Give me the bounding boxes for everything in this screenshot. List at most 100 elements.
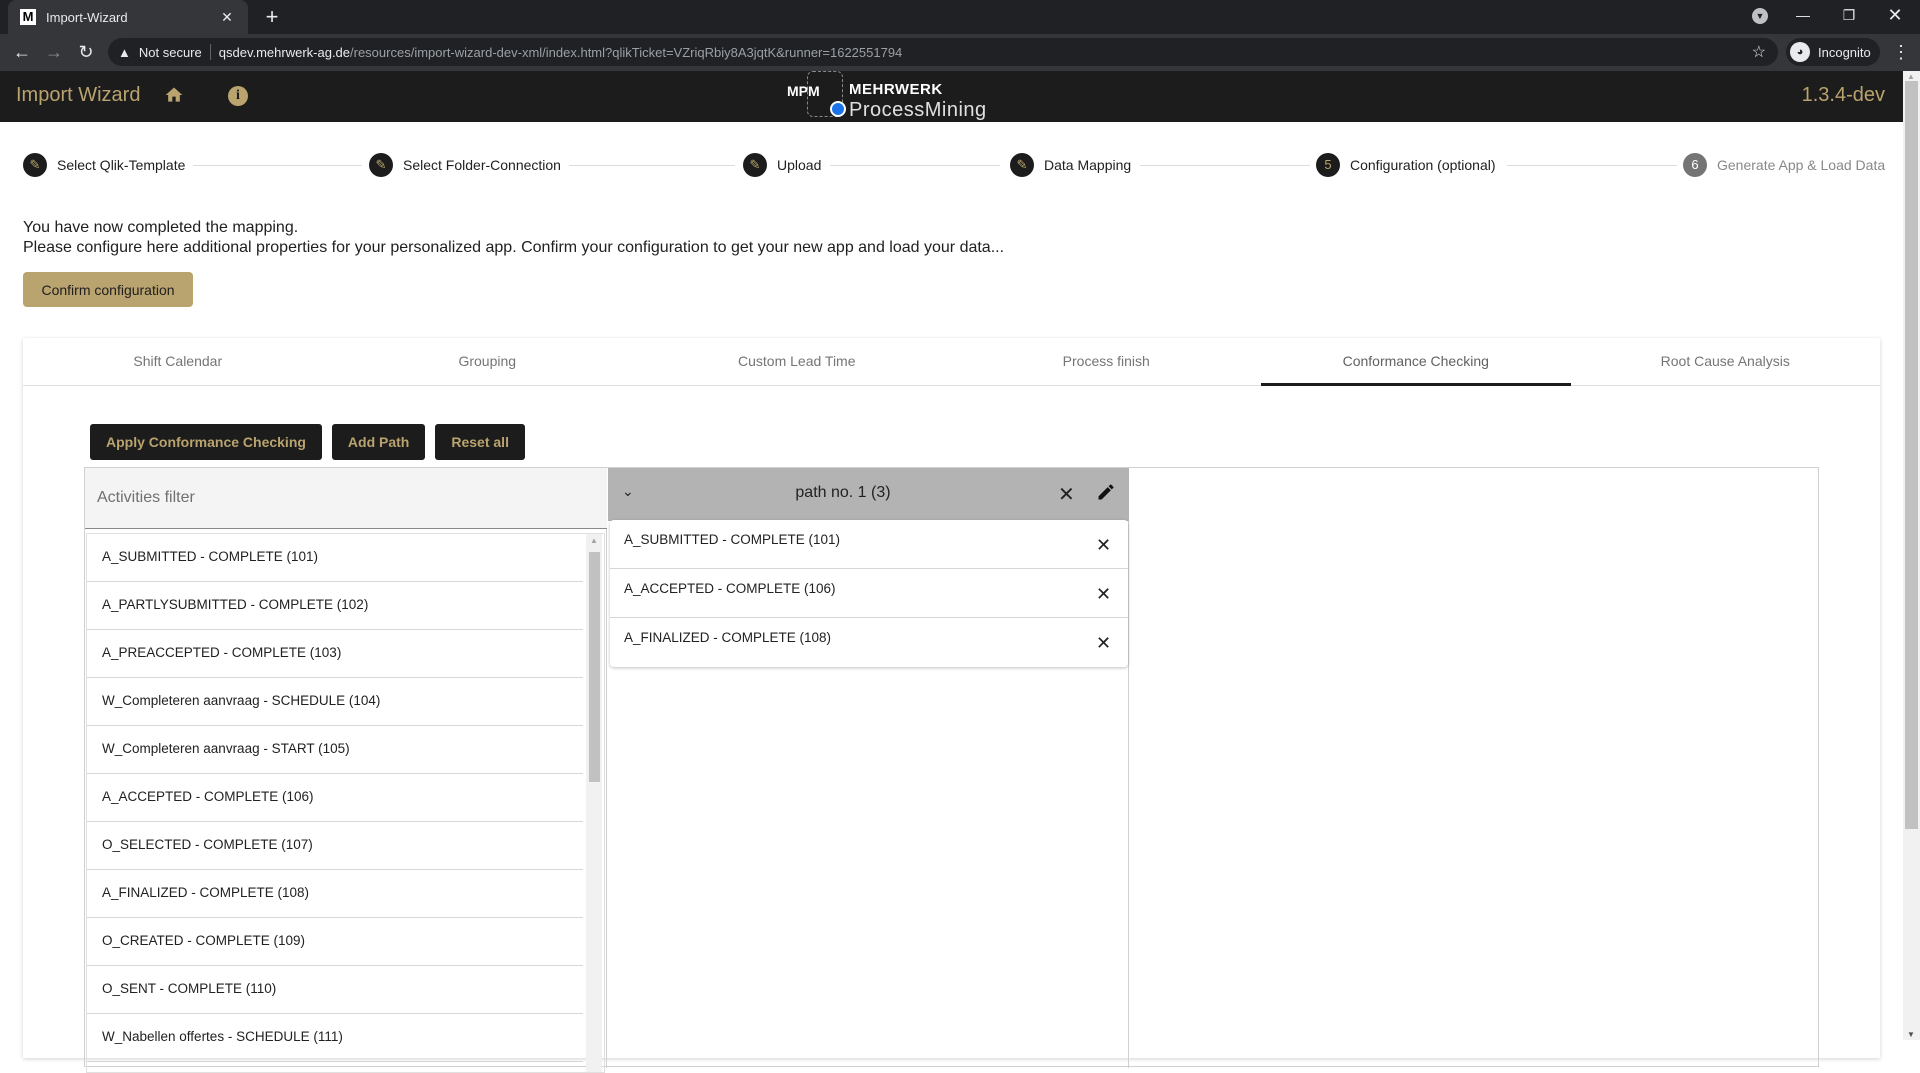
favicon-icon: M bbox=[20, 9, 36, 25]
back-icon[interactable]: ← bbox=[10, 40, 34, 64]
forward-icon[interactable]: → bbox=[42, 40, 66, 64]
scroll-up-icon[interactable]: ▲ bbox=[1907, 72, 1915, 81]
remove-activity-icon[interactable]: ✕ bbox=[1096, 536, 1111, 554]
step-number-badge: 5 bbox=[1316, 153, 1340, 177]
config-tabs: Shift Calendar Grouping Custom Lead Time… bbox=[23, 338, 1880, 386]
logo-dot-icon bbox=[830, 101, 846, 117]
add-path-button[interactable]: Add Path bbox=[331, 424, 426, 460]
path-header[interactable]: ⌄ path no. 1 (3) ✕ bbox=[608, 468, 1129, 521]
tab-title: Import-Wizard bbox=[46, 9, 128, 25]
browser-menu-icon[interactable]: ⋮ bbox=[1892, 40, 1910, 64]
activity-item[interactable]: O_SENT - COMPLETE (110) bbox=[87, 966, 583, 1014]
tab-search-icon[interactable]: ▼ bbox=[1752, 8, 1768, 24]
tab-conformance-checking[interactable]: Conformance Checking bbox=[1261, 338, 1571, 386]
activity-item[interactable]: A_FINALIZED - COMPLETE (108) bbox=[87, 870, 583, 918]
address-bar[interactable]: ▲ Not secure qsdev.mehrwerk-ag.de /resou… bbox=[108, 38, 1778, 66]
bookmark-star-icon[interactable]: ☆ bbox=[1752, 42, 1766, 62]
step-connector bbox=[565, 165, 735, 166]
path-activity-item: A_SUBMITTED - COMPLETE (101) ✕ bbox=[610, 520, 1128, 569]
remove-activity-icon[interactable]: ✕ bbox=[1096, 634, 1111, 652]
page-scrollbar-thumb[interactable] bbox=[1905, 81, 1918, 829]
activity-item[interactable]: W_Completeren aanvraag - START (105) bbox=[87, 726, 583, 774]
omnibox-divider bbox=[209, 44, 211, 60]
tab-shift-calendar[interactable]: Shift Calendar bbox=[23, 338, 333, 385]
pencil-icon: ✎ bbox=[369, 153, 393, 177]
restore-button[interactable]: ❐ bbox=[1826, 0, 1872, 30]
minimize-button[interactable]: — bbox=[1780, 0, 1826, 30]
configuration-card: Shift Calendar Grouping Custom Lead Time… bbox=[23, 338, 1880, 1073]
intro-text: You have now completed the mapping. Plea… bbox=[23, 218, 1004, 258]
close-tab-icon[interactable]: ✕ bbox=[218, 9, 236, 26]
reset-all-button[interactable]: Reset all bbox=[435, 424, 525, 460]
activities-scrollbar-thumb[interactable] bbox=[589, 552, 600, 782]
home-icon[interactable] bbox=[164, 85, 184, 105]
activities-filter-input[interactable]: Activities filter bbox=[85, 468, 607, 529]
logo-brand: MEHRWERK bbox=[849, 81, 943, 98]
profile-button[interactable]: ◕ Incognito bbox=[1786, 38, 1880, 66]
activity-item[interactable]: A_SUBMITTED - COMPLETE (101) bbox=[87, 534, 583, 582]
delete-path-icon[interactable]: ✕ bbox=[1058, 482, 1075, 507]
reload-icon[interactable]: ↻ bbox=[74, 40, 98, 64]
activities-scrollbar[interactable]: ▲ bbox=[586, 534, 602, 1072]
page-scrollbar[interactable]: ▲ ▼ bbox=[1903, 71, 1920, 1040]
intro-line-1: You have now completed the mapping. bbox=[23, 219, 299, 236]
step-connector bbox=[192, 165, 362, 166]
step-data-mapping[interactable]: ✎ Data Mapping bbox=[1010, 153, 1140, 177]
app-title: Import Wizard bbox=[16, 84, 141, 106]
path-activity-label: A_FINALIZED - COMPLETE (108) bbox=[624, 630, 832, 645]
company-logo: MPM MEHRWERK ProcessMining bbox=[787, 71, 1027, 122]
apply-conformance-checking-button[interactable]: Apply Conformance Checking bbox=[90, 424, 322, 460]
activity-item[interactable]: A_PARTLYSUBMITTED - COMPLETE (102) bbox=[87, 582, 583, 630]
path-activity-label: A_SUBMITTED - COMPLETE (101) bbox=[624, 532, 841, 547]
path-activity-label: A_ACCEPTED - COMPLETE (106) bbox=[624, 581, 836, 596]
step-label: Select Qlik-Template bbox=[57, 157, 186, 173]
tab-process-finish[interactable]: Process finish bbox=[952, 338, 1262, 385]
intro-line-2: Please configure here additional propert… bbox=[23, 239, 1005, 256]
version-label: 1.3.4-dev bbox=[1801, 84, 1885, 106]
new-tab-button[interactable]: + bbox=[260, 5, 284, 29]
activities-list: A_SUBMITTED - COMPLETE (101) A_PARTLYSUB… bbox=[86, 533, 605, 1073]
step-label: Upload bbox=[777, 157, 822, 173]
step-label: Generate App & Load Data bbox=[1717, 157, 1886, 173]
scroll-down-icon[interactable]: ▼ bbox=[1907, 1030, 1915, 1039]
step-connector bbox=[830, 165, 1000, 166]
pencil-icon: ✎ bbox=[743, 153, 767, 177]
activity-item[interactable]: W_Completeren aanvraag - SCHEDULE (104) bbox=[87, 678, 583, 726]
activity-item[interactable]: O_CREATED - COMPLETE (109) bbox=[87, 918, 583, 966]
step-configuration[interactable]: 5 Configuration (optional) bbox=[1316, 153, 1504, 177]
tab-custom-lead-time[interactable]: Custom Lead Time bbox=[642, 338, 952, 385]
browser-toolbar: ← → ↻ ▲ Not secure qsdev.mehrwerk-ag.de … bbox=[0, 34, 1920, 71]
scroll-up-icon[interactable]: ▲ bbox=[590, 536, 598, 545]
step-number-badge: 6 bbox=[1683, 153, 1707, 177]
info-icon[interactable]: i bbox=[228, 86, 248, 106]
path-title: path no. 1 (3) bbox=[795, 484, 891, 501]
activity-item[interactable]: A_ACCEPTED - COMPLETE (106) bbox=[87, 774, 583, 822]
edit-path-icon[interactable] bbox=[1096, 482, 1116, 502]
activities-panel: Activities filter A_SUBMITTED - COMPLETE… bbox=[85, 468, 607, 1073]
step-label: Data Mapping bbox=[1044, 157, 1132, 173]
tab-grouping[interactable]: Grouping bbox=[333, 338, 643, 385]
step-select-qlik-template[interactable]: ✎ Select Qlik-Template bbox=[23, 153, 194, 177]
activity-item[interactable]: W_Nabellen offertes - SCHEDULE (111) bbox=[87, 1014, 583, 1062]
activity-item[interactable]: A_PREACCEPTED - COMPLETE (103) bbox=[87, 630, 583, 678]
browser-tabstrip: M Import-Wizard ✕ + ▼ — ❐ ✕ bbox=[0, 0, 1920, 34]
step-select-folder-connection[interactable]: ✎ Select Folder-Connection bbox=[369, 153, 569, 177]
path-activity-item: A_ACCEPTED - COMPLETE (106) ✕ bbox=[610, 569, 1128, 618]
conformance-container: Activities filter A_SUBMITTED - COMPLETE… bbox=[84, 467, 1819, 1073]
step-connector bbox=[1507, 165, 1677, 166]
activity-item[interactable]: O_SELECTED - COMPLETE (107) bbox=[87, 822, 583, 870]
confirm-configuration-button[interactable]: Confirm configuration bbox=[23, 272, 193, 307]
step-connector bbox=[1140, 165, 1310, 166]
logo-mpm: MPM bbox=[787, 83, 820, 99]
step-upload[interactable]: ✎ Upload bbox=[743, 153, 830, 177]
close-window-button[interactable]: ✕ bbox=[1872, 0, 1918, 30]
path-activity-item: A_FINALIZED - COMPLETE (108) ✕ bbox=[610, 618, 1128, 667]
tab-root-cause-analysis[interactable]: Root Cause Analysis bbox=[1571, 338, 1881, 385]
browser-tab[interactable]: M Import-Wizard ✕ bbox=[8, 0, 248, 34]
step-label: Configuration (optional) bbox=[1350, 157, 1496, 173]
remove-activity-icon[interactable]: ✕ bbox=[1096, 585, 1111, 603]
step-generate-app[interactable]: 6 Generate App & Load Data bbox=[1683, 153, 1894, 177]
conformance-actions: Apply Conformance Checking Add Path Rese… bbox=[90, 424, 525, 460]
url-host: qsdev.mehrwerk-ag.de bbox=[218, 44, 351, 60]
wizard-stepper: ✎ Select Qlik-Template ✎ Select Folder-C… bbox=[0, 150, 1903, 182]
